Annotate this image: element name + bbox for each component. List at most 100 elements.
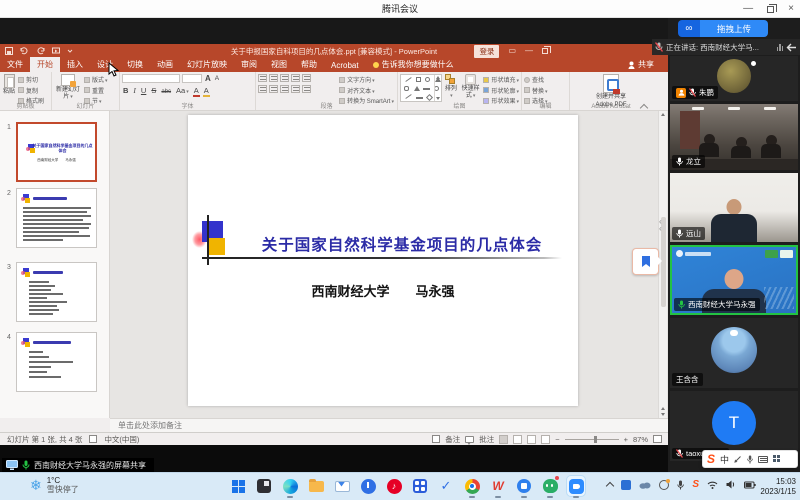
comments-icon[interactable] — [465, 435, 475, 445]
tab-animations[interactable]: 动画 — [150, 57, 180, 72]
qat-dropdown-icon[interactable] — [67, 47, 73, 55]
font-name-combobox[interactable] — [122, 74, 180, 83]
text-direction-button[interactable]: 文字方向 — [339, 75, 394, 84]
tab-transitions[interactable]: 切换 — [120, 57, 150, 72]
cut-button[interactable]: 剪切 — [18, 75, 44, 84]
participant-tile-longli[interactable]: 龙立 — [670, 104, 798, 170]
layout-button[interactable]: 版式 — [84, 75, 108, 84]
increase-indent-icon[interactable] — [291, 74, 300, 82]
slide-thumbnail-2[interactable] — [16, 188, 97, 248]
tray-mic-icon[interactable] — [677, 480, 685, 490]
ime-language-toggle[interactable]: 中 — [720, 453, 729, 466]
ime-keyboard-icon[interactable] — [758, 455, 769, 463]
highlight-color-button[interactable]: A — [192, 86, 200, 97]
redo-icon[interactable] — [36, 47, 45, 55]
battery-icon[interactable] — [744, 481, 756, 489]
close-icon[interactable]: × — [788, 4, 794, 14]
collapse-ribbon-icon[interactable] — [640, 103, 648, 109]
shape-outline-button[interactable]: 形状轮廓 — [483, 86, 519, 95]
notes-toggle-icon[interactable] — [432, 435, 441, 443]
undo-icon[interactable] — [20, 47, 29, 55]
share-button[interactable]: 共享 — [628, 59, 654, 70]
calculator-button[interactable] — [410, 476, 430, 496]
columns-icon[interactable] — [302, 85, 311, 93]
tencent-docs-button[interactable] — [514, 476, 534, 498]
notes-pane[interactable]: 单击此处添加备注 — [110, 418, 668, 432]
sogou-ime-toolbar[interactable]: S 中 — [702, 450, 798, 468]
reset-button[interactable]: 重置 — [84, 86, 108, 95]
tencent-meeting-button[interactable] — [566, 475, 586, 498]
align-text-button[interactable]: 对齐文本 — [339, 86, 394, 95]
line-spacing-icon[interactable] — [302, 74, 311, 82]
sync-icon[interactable] — [659, 478, 671, 490]
todo-button[interactable]: ✓ — [436, 476, 456, 496]
ime-mic-icon[interactable] — [747, 455, 753, 464]
replace-button[interactable]: 替换 — [524, 86, 567, 95]
restore-icon[interactable] — [767, 3, 778, 13]
tab-slideshow[interactable]: 幻灯片放映 — [180, 57, 234, 72]
tab-acrobat[interactable]: Acrobat — [324, 59, 366, 72]
tab-home[interactable]: 开始 — [30, 57, 60, 72]
back-arrow-icon[interactable] — [786, 43, 797, 52]
tellme-box[interactable]: 告诉我你想要做什么 — [366, 57, 461, 72]
ribbon-display-icon[interactable]: ▭ — [508, 47, 516, 55]
change-case-button[interactable]: Aa — [175, 86, 190, 95]
decrease-indent-icon[interactable] — [280, 74, 289, 82]
ppt-minimize-icon[interactable]: — — [525, 47, 533, 55]
sogou-tray-icon[interactable]: S — [692, 479, 699, 490]
italic-button[interactable]: I — [132, 86, 137, 95]
participant-tile-zhupeng[interactable]: 朱鹏 — [670, 56, 798, 101]
wps-button[interactable]: W — [488, 476, 508, 498]
bullets-icon[interactable] — [258, 74, 267, 82]
spellcheck-icon[interactable] — [89, 435, 98, 443]
quick-styles-button[interactable]: 快速样式 — [460, 74, 482, 101]
bold-button[interactable]: B — [122, 86, 129, 95]
weather-widget[interactable]: ❄ 1°C 雪快停了 — [30, 476, 79, 494]
normal-view-button[interactable] — [499, 434, 509, 444]
tray-expand-icon[interactable] — [606, 481, 615, 490]
chrome-button[interactable] — [462, 476, 482, 498]
copy-button[interactable]: 复制 — [18, 86, 44, 95]
tab-review[interactable]: 审阅 — [234, 57, 264, 72]
login-button[interactable]: 登录 — [474, 44, 500, 58]
shapes-gallery[interactable] — [400, 74, 442, 102]
cloud-icon[interactable] — [639, 481, 651, 489]
fit-slide-icon[interactable] — [653, 435, 662, 443]
align-left-icon[interactable] — [258, 85, 267, 93]
taskbar-clock[interactable]: 15:03 2023/1/15 — [760, 477, 796, 497]
ime-toolbox-icon[interactable] — [773, 455, 781, 463]
notes-toggle[interactable]: 备注 — [445, 434, 460, 445]
new-slide-button[interactable]: 新建幻灯片 — [54, 74, 82, 101]
tab-help[interactable]: 帮助 — [294, 57, 324, 72]
numbering-icon[interactable] — [269, 74, 278, 82]
underline-button[interactable]: U — [140, 86, 147, 95]
paste-button[interactable]: 粘贴 — [2, 74, 16, 101]
tab-insert[interactable]: 插入 — [60, 57, 90, 72]
text-shadow-button[interactable]: abc — [160, 89, 172, 95]
zoom-slider[interactable] — [564, 435, 619, 443]
shape-fill-button[interactable]: 形状填充 — [483, 75, 519, 84]
decrease-font-button[interactable]: A — [214, 75, 220, 82]
font-size-combobox[interactable] — [182, 74, 202, 83]
snip-tool-button[interactable] — [254, 476, 274, 496]
arrange-button[interactable]: 排列 — [444, 74, 458, 101]
wifi-icon[interactable] — [707, 480, 718, 489]
netease-music-button[interactable]: ♪ — [384, 476, 404, 496]
font-color-button[interactable]: A — [202, 86, 210, 97]
save-icon[interactable] — [5, 47, 13, 55]
edge-button[interactable] — [280, 476, 300, 498]
zoom-out-button[interactable]: − — [555, 435, 559, 444]
comments-toggle[interactable]: 批注 — [479, 434, 494, 445]
slide-thumbnail-1[interactable]: 关于国家自然科学基金项目的几点体会 西南财经大学 马永强 — [16, 122, 97, 182]
tab-file[interactable]: 文件 — [0, 57, 30, 72]
participant-tile-mayongqiang[interactable]: 西南财经大学马永强 — [670, 245, 798, 315]
zoom-level[interactable]: 87% — [633, 435, 648, 444]
clock-app-button[interactable] — [358, 476, 378, 496]
tray-app-icon[interactable] — [621, 479, 632, 490]
minimize-icon[interactable]: — — [743, 4, 753, 14]
justify-icon[interactable] — [291, 85, 300, 93]
current-slide[interactable]: 关于国家自然科学基金项目的几点体会 西南财经大学 马永强 — [188, 115, 578, 406]
strikethrough-button[interactable]: S — [150, 86, 157, 95]
start-button[interactable] — [228, 476, 248, 496]
tab-view[interactable]: 视图 — [264, 57, 294, 72]
